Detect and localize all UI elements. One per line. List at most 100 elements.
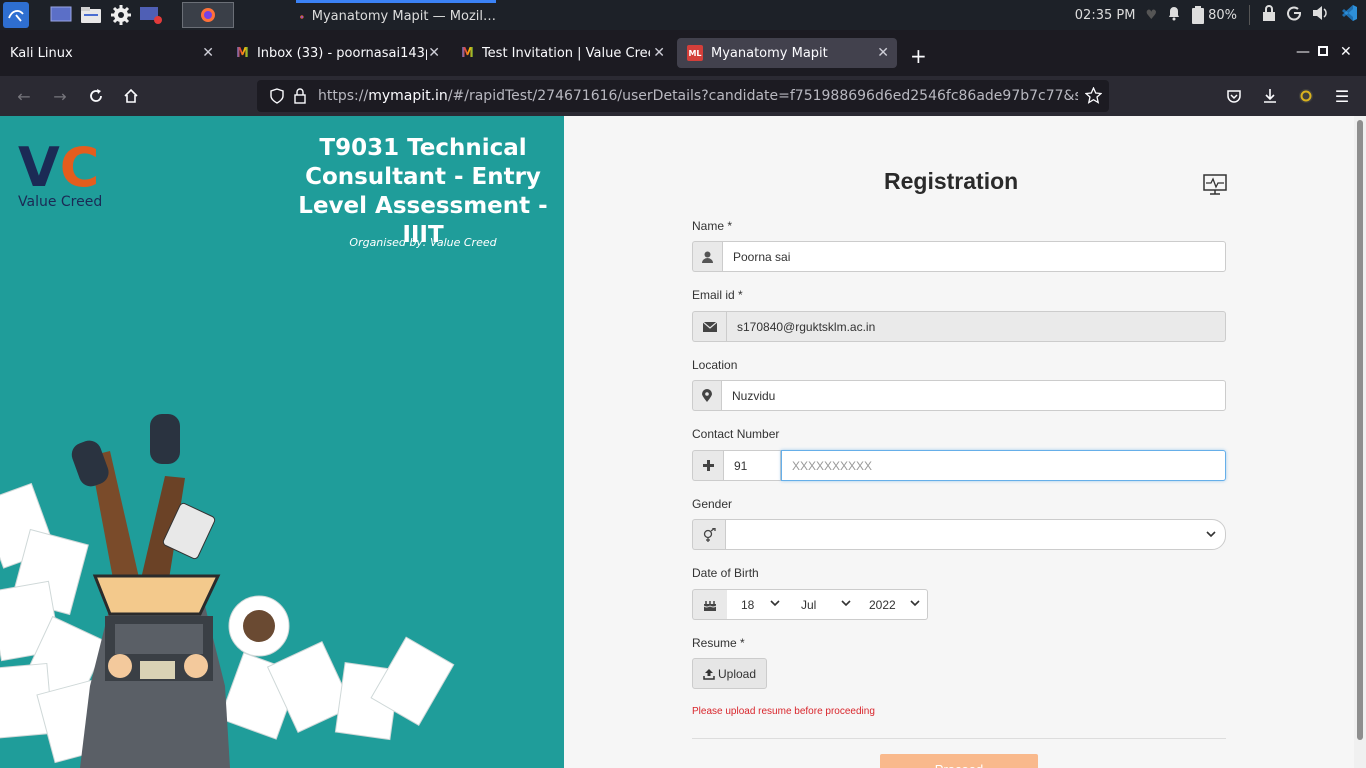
- gmail-icon: M: [236, 45, 249, 61]
- tab-title: Test Invitation | Value Creed: [481, 45, 650, 61]
- gmail-icon: M: [461, 45, 474, 61]
- location-input[interactable]: Nuzvidu: [721, 380, 1226, 411]
- country-code-input[interactable]: 91: [723, 450, 781, 481]
- heart-icon: ♥: [1145, 7, 1158, 23]
- email-label: Email id *: [692, 288, 743, 302]
- chevron-down-icon: [769, 597, 781, 612]
- battery-indicator[interactable]: 80%: [1191, 6, 1237, 24]
- downloads-icon[interactable]: [1260, 86, 1280, 106]
- upload-resume-button[interactable]: Upload: [692, 658, 767, 689]
- taskbar-launchers: [0, 0, 165, 30]
- dob-day-value: 18: [741, 597, 755, 612]
- tab-test-invitation[interactable]: M Test Invitation | Value Creed ✕: [451, 38, 673, 68]
- organised-by: Organised by: Value Creed: [349, 236, 497, 249]
- close-tab-icon[interactable]: ✕: [202, 45, 214, 61]
- tab-gmail-inbox[interactable]: M Inbox (33) - poornasai143pill ✕: [226, 38, 448, 68]
- dob-day-select[interactable]: 18: [727, 589, 787, 620]
- envelope-icon: [692, 311, 726, 342]
- page-scrollbar[interactable]: [1354, 116, 1366, 768]
- close-tab-icon[interactable]: ✕: [877, 45, 889, 61]
- bookmark-star-icon[interactable]: [1084, 86, 1103, 108]
- minimize-window-icon[interactable]: —: [1296, 44, 1310, 60]
- tab-kali-linux[interactable]: Kali Linux ✕: [0, 38, 222, 68]
- firefox-icon: [300, 14, 304, 19]
- plus-icon: [692, 450, 723, 481]
- url-bar[interactable]: https://mymapit.in/#/rapidTest/274671616…: [257, 80, 1109, 112]
- registration-panel: [564, 116, 1354, 768]
- required-mark: *: [727, 219, 733, 233]
- volume-icon[interactable]: [1312, 5, 1330, 25]
- file-manager-icon[interactable]: [77, 3, 105, 27]
- battery-percent: 80%: [1208, 7, 1237, 23]
- tab-title: Myanatomy Mapit: [711, 45, 828, 61]
- resume-label: Resume *: [692, 636, 745, 650]
- proceed-button[interactable]: Proceed: [880, 754, 1038, 768]
- value-creed-logo: VC Value Creed: [18, 136, 118, 211]
- dob-year-select[interactable]: 2022: [858, 589, 928, 620]
- browser-tab-strip: Kali Linux ✕ M Inbox (33) - poornasai143…: [0, 30, 1366, 76]
- gender-select[interactable]: [725, 519, 1226, 550]
- firefox-launcher-icon[interactable]: [182, 2, 234, 28]
- upload-label: Upload: [717, 666, 757, 681]
- person-with-laptop-illustration: [0, 414, 455, 768]
- back-arrow-icon[interactable]: ←: [14, 86, 34, 106]
- birthday-cake-icon: [692, 589, 727, 620]
- clock[interactable]: 02:35 PM: [1075, 8, 1136, 23]
- tab-myanatomy-mapit[interactable]: ML Myanatomy Mapit ✕: [677, 38, 897, 68]
- home-icon[interactable]: [121, 86, 141, 106]
- padlock-icon[interactable]: [293, 88, 307, 108]
- notification-bell-icon[interactable]: [1167, 5, 1181, 25]
- email-input[interactable]: s170840@rguktsklm.ac.in: [726, 311, 1226, 342]
- desktop-icon[interactable]: [47, 3, 75, 27]
- dob-month-select[interactable]: Jul: [787, 589, 858, 620]
- url-prefix: https://: [318, 88, 369, 104]
- forward-arrow-icon[interactable]: →: [50, 86, 70, 106]
- test-title: T9031 Technical Consultant - Entry Level…: [298, 135, 548, 248]
- scrollbar-thumb[interactable]: [1357, 120, 1363, 740]
- settings-gear-icon[interactable]: [107, 3, 135, 27]
- logout-icon[interactable]: [1286, 5, 1302, 25]
- name-label: Name *: [692, 219, 733, 233]
- location-label: Location: [692, 358, 738, 372]
- screen-recorder-icon[interactable]: [137, 3, 165, 27]
- url-text[interactable]: https://mymapit.in/#/rapidTest/274671616…: [318, 88, 1078, 104]
- reload-icon[interactable]: [86, 86, 106, 106]
- dob-year-value: 2022: [869, 597, 896, 612]
- chevron-down-icon: [840, 597, 852, 612]
- close-tab-icon[interactable]: ✕: [653, 45, 665, 61]
- dob-label: Date of Birth: [692, 566, 759, 580]
- tracking-shield-icon[interactable]: [269, 88, 285, 108]
- kali-menu-icon[interactable]: [3, 2, 29, 28]
- url-path: /#/rapidTest/274671616/userDetails?candi…: [447, 88, 1078, 104]
- battery-icon: [1192, 6, 1205, 24]
- form-divider: [692, 738, 1226, 739]
- tab-title: Inbox (33) - poornasai143pill: [256, 45, 427, 61]
- system-check-monitor-icon[interactable]: [1203, 174, 1227, 196]
- tray-divider: [1249, 5, 1250, 25]
- required-mark: *: [738, 288, 743, 302]
- phone-placeholder: XXXXXXXXXX: [792, 458, 873, 473]
- chevron-down-icon: [1205, 528, 1217, 543]
- user-icon: [692, 241, 722, 272]
- taskbar-window-title: Myanatomy Mapit — Mozil…: [311, 9, 496, 24]
- hamburger-menu-icon[interactable]: ☰: [1332, 86, 1352, 106]
- extension-icon[interactable]: [1296, 86, 1316, 106]
- registration-title: Registration: [884, 168, 1019, 194]
- desktop-taskbar: Myanatomy Mapit — Mozil… 02:35 PM ♥ 80%: [0, 0, 1366, 30]
- upload-icon: [703, 668, 715, 680]
- pocket-icon[interactable]: [1224, 86, 1244, 106]
- logo-mark: VC: [18, 136, 100, 199]
- tab-title: Kali Linux: [10, 45, 73, 61]
- taskbar-window-button[interactable]: Myanatomy Mapit — Mozil…: [296, 0, 496, 30]
- lock-icon[interactable]: [1262, 5, 1276, 25]
- phone-input[interactable]: XXXXXXXXXX: [781, 450, 1226, 481]
- chevron-down-icon: [909, 597, 921, 612]
- close-tab-icon[interactable]: ✕: [428, 45, 440, 61]
- assessment-banner: VC Value Creed T9031 Technical Consultan…: [0, 116, 564, 768]
- close-window-icon[interactable]: ✕: [1340, 44, 1352, 60]
- name-input[interactable]: Poorna sai: [722, 241, 1226, 272]
- new-tab-plus-icon[interactable]: +: [910, 44, 927, 68]
- vscode-icon[interactable]: [1340, 4, 1358, 26]
- maximize-window-icon[interactable]: [1318, 44, 1328, 60]
- browser-nav-bar: ← → https://mymapit.in/#/rapidTest/27467…: [0, 76, 1366, 116]
